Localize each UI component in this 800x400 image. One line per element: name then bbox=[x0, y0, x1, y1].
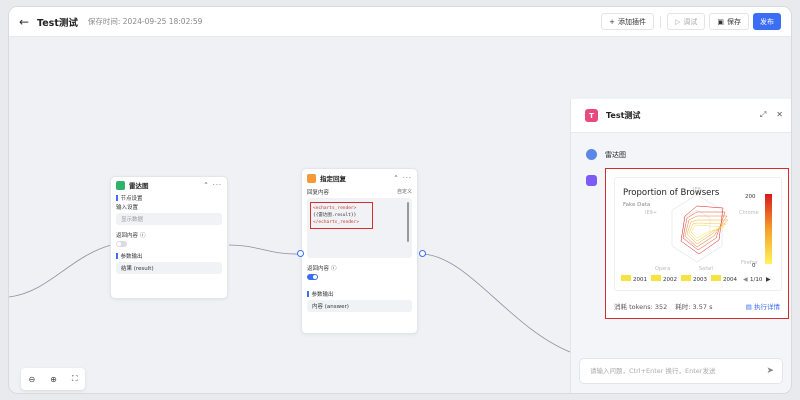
section-label: 参数输出 bbox=[311, 291, 334, 298]
reply-output-port[interactable] bbox=[419, 250, 426, 257]
output-field: 内容 (answer) bbox=[307, 300, 412, 312]
legend-swatch bbox=[621, 275, 631, 281]
details-link[interactable]: ▤ 执行详情 bbox=[746, 301, 780, 311]
legend-label: 2003 bbox=[693, 277, 707, 283]
radar-chart-card: Proportion of Browsers Fake Data IE8- Ch… bbox=[614, 177, 782, 291]
bot-avatar bbox=[586, 175, 597, 186]
help-icon: ⓘ bbox=[331, 265, 337, 272]
return-label-text: 返回内容 bbox=[307, 265, 330, 272]
section-label: 节点设置 bbox=[120, 195, 143, 202]
visual-map-min: 0 bbox=[752, 263, 756, 269]
section-bar bbox=[116, 194, 118, 201]
visual-map-bar bbox=[765, 194, 772, 264]
output-section: 参数输出 bbox=[302, 289, 417, 298]
chat-panel: T Test测试 ⤢ ✕ 雷达图 Proportion of Browsers … bbox=[570, 99, 791, 393]
radar-grid bbox=[671, 194, 723, 263]
reply-editor[interactable]: <echarts_render> {{雷达图.result}} </echart… bbox=[307, 198, 412, 258]
bot-answer: Proportion of Browsers Fake Data IE8- Ch… bbox=[605, 168, 789, 319]
zoom-controls: ⊖ ⊕ ⛶ bbox=[21, 368, 85, 390]
chat-header-icons: ⤢ ✕ bbox=[760, 110, 783, 120]
section-bar bbox=[307, 290, 309, 297]
output-section: 参数输出 bbox=[111, 251, 227, 260]
chat-title: Test测试 bbox=[606, 111, 641, 120]
visual-map-max: 200 bbox=[745, 194, 756, 200]
return-label: 返回内容 ⓘ bbox=[111, 230, 227, 239]
node-actions-icon[interactable]: ⌃ ··· bbox=[393, 174, 412, 182]
answer-footer: 消耗 tokens: 352 耗时: 3.57 s ▤ 执行详情 bbox=[614, 301, 780, 311]
send-icon[interactable]: ➤ bbox=[766, 366, 774, 376]
mode-select[interactable]: 自定义 bbox=[397, 188, 412, 195]
radar-grid bbox=[683, 209, 711, 248]
legend-pager: 1/10 bbox=[750, 277, 763, 283]
user-message-text: 雷达图 bbox=[605, 150, 626, 159]
chat-header: T Test测试 ⤢ ✕ bbox=[571, 99, 791, 133]
node-actions-icon[interactable]: ⌃ ··· bbox=[203, 181, 222, 189]
fit-view-icon[interactable]: ⛶ bbox=[72, 374, 78, 384]
legend-label: 2004 bbox=[723, 277, 737, 283]
legend-next-icon: ▶ bbox=[766, 276, 771, 283]
legend-swatch bbox=[681, 275, 691, 281]
edge-reply-to-right bbox=[422, 253, 571, 353]
zoom-out-icon[interactable]: ⊖ bbox=[28, 375, 35, 384]
chart-icon bbox=[116, 180, 125, 190]
section-label: 参数输出 bbox=[120, 253, 143, 260]
chat-input[interactable] bbox=[590, 367, 755, 375]
node-header: 雷达图 ⌃ ··· bbox=[111, 177, 227, 193]
reply-label: 回复内容 bbox=[307, 189, 330, 196]
edge-left-to-radar bbox=[9, 244, 112, 298]
details-label: 执行详情 bbox=[754, 303, 780, 311]
input-label: 输入设置 bbox=[116, 204, 139, 211]
editor-scrollbar[interactable] bbox=[407, 202, 409, 242]
radar-label: Chrome bbox=[739, 210, 759, 216]
reply-input-port[interactable] bbox=[297, 250, 304, 257]
legend-swatch bbox=[651, 275, 661, 281]
radar-label: Opera bbox=[655, 266, 670, 272]
legend: 2001 2002 2003 2004 bbox=[621, 275, 737, 283]
app-frame: ← Test测试 保存时间: 2024-09-25 18:02:59 + 添加插件… bbox=[9, 7, 791, 393]
elapsed-time: 耗时: 3.57 s bbox=[675, 303, 713, 311]
return-toggle[interactable] bbox=[307, 274, 318, 280]
token-usage: 消耗 tokens: 352 bbox=[614, 303, 668, 311]
highlighted-code: <echarts_render> {{雷达图.result}} </echart… bbox=[310, 202, 373, 229]
help-icon: ⓘ bbox=[140, 232, 146, 239]
node-title: 指定回复 bbox=[320, 175, 346, 183]
user-avatar bbox=[586, 149, 597, 160]
return-label: 返回内容 ⓘ bbox=[302, 263, 417, 272]
expand-icon[interactable]: ⤢ bbox=[760, 110, 766, 120]
reply-node[interactable]: 指定回复 ⌃ ··· 回复内容 自定义 <echarts_render> {{雷… bbox=[301, 168, 418, 334]
code-line: {{雷达图.result}} bbox=[313, 213, 357, 218]
chat-input-box: ➤ bbox=[579, 358, 783, 384]
legend-prev-icon: ◀ bbox=[743, 276, 748, 283]
return-toggle[interactable] bbox=[116, 241, 127, 247]
radar-chart: IE8- Chrome Firefox Safari Opera IE9+ 20… bbox=[621, 187, 772, 283]
legend-label: 2002 bbox=[663, 277, 677, 283]
input-field[interactable]: 显示数据 bbox=[116, 213, 222, 225]
radar-label: Safari bbox=[699, 266, 714, 272]
reply-icon bbox=[307, 173, 316, 183]
code-line: </echarts_render> bbox=[313, 220, 360, 225]
node-header: 指定回复 ⌃ ··· bbox=[302, 169, 417, 187]
legend-label: 2001 bbox=[633, 277, 647, 283]
section-bar bbox=[116, 252, 118, 259]
node-title: 雷达图 bbox=[129, 182, 149, 190]
zoom-in-icon[interactable]: ⊕ bbox=[50, 375, 57, 384]
return-label-text: 返回内容 bbox=[116, 232, 139, 239]
document-icon: ▤ bbox=[745, 303, 754, 311]
node-settings-section: 节点设置 bbox=[111, 193, 227, 202]
user-message: 雷达图 bbox=[586, 149, 626, 160]
radar-label: IE9+ bbox=[645, 210, 657, 216]
edge-radar-to-reply bbox=[228, 244, 302, 255]
output-field: 结果 (result) bbox=[116, 262, 222, 274]
radar-label: IE8- bbox=[693, 187, 703, 193]
close-icon[interactable]: ✕ bbox=[776, 110, 783, 120]
radar-node[interactable]: 雷达图 ⌃ ··· 节点设置 输入设置 显示数据 返回内容 ⓘ 参数输出 结果 (… bbox=[110, 176, 228, 299]
code-line: <echarts_render> bbox=[313, 206, 357, 211]
app-avatar: T bbox=[585, 109, 598, 122]
reply-label-row: 回复内容 自定义 bbox=[302, 187, 417, 196]
legend-swatch bbox=[711, 275, 721, 281]
